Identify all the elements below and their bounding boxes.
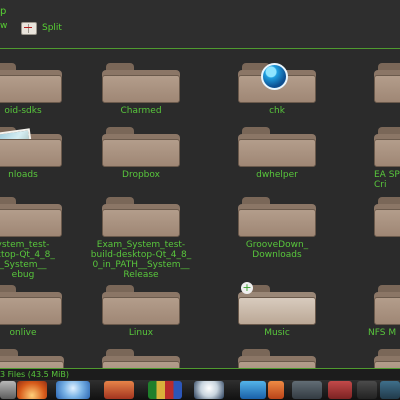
folder-icon: [0, 197, 62, 237]
folder-icon: [0, 63, 62, 103]
folder-globe-icon: [238, 63, 316, 103]
file-item-chk[interactable]: chk: [212, 63, 342, 116]
folder-icon: [102, 127, 180, 167]
folder-icon: [374, 63, 400, 103]
mail-icon[interactable]: [104, 381, 134, 399]
taskbar: [0, 380, 400, 400]
folder-icon: [102, 285, 180, 325]
folder-icon[interactable]: [240, 381, 266, 399]
browser-icon[interactable]: [56, 381, 90, 399]
file-item-ea-sports[interactable]: EA SP Cri: [348, 127, 400, 190]
app-icon[interactable]: [380, 381, 400, 399]
file-item-dwhelper[interactable]: dwhelper: [212, 127, 342, 180]
file-item-groovedown-downloads[interactable]: GrooveDown_ Downloads: [212, 197, 342, 260]
folder-plus-icon: +: [238, 282, 316, 325]
folder-icon: [102, 349, 180, 369]
file-item-exam-system-release[interactable]: Exam_System_test- build-desktop-Qt_4_8_ …: [76, 197, 206, 280]
folder-icon: [102, 197, 180, 237]
file-item-nfs[interactable]: NFS M: [348, 285, 400, 338]
folder-icon: [374, 127, 400, 167]
file-item-music[interactable]: + Music: [212, 282, 342, 338]
folder-icon: [238, 349, 316, 369]
folder-icon: [0, 285, 62, 325]
file-item-partial-row3[interactable]: [348, 197, 400, 240]
app-icon[interactable]: [328, 381, 352, 399]
folder-icon: [374, 285, 400, 325]
media-icon[interactable]: [194, 381, 224, 399]
file-item-onlive[interactable]: onlive: [0, 285, 88, 338]
folder-photo-icon: [0, 127, 62, 167]
folder-icon: [102, 63, 180, 103]
launcher-icon[interactable]: [17, 381, 47, 399]
folder-icon: [0, 349, 64, 369]
window-title: p: [0, 6, 7, 17]
file-browser-view: oid-sdks Charmed chk nloads Dropbox dwhe…: [0, 48, 400, 369]
file-item-downloads[interactable]: nloads: [0, 127, 88, 180]
window-toolbar: p w Split: [0, 0, 400, 49]
view-menu[interactable]: w: [0, 21, 7, 31]
folder-icon: [374, 349, 400, 369]
folder-icon: [374, 197, 400, 237]
split-button[interactable]: Split: [21, 21, 62, 35]
file-item-partial[interactable]: [348, 63, 400, 106]
app-icon[interactable]: [292, 381, 322, 399]
split-icon: [21, 21, 37, 35]
file-item-oid-sdks[interactable]: oid-sdks: [0, 63, 88, 116]
app-icon[interactable]: [357, 381, 377, 399]
app-icon[interactable]: [0, 381, 16, 399]
file-item-exam-system-debug[interactable]: ystem_test- sktop-Qt_4_8_ _System__ ebug: [0, 197, 88, 280]
folder-icon: [238, 197, 316, 237]
file-item-dropbox[interactable]: Dropbox: [76, 127, 206, 180]
app-icon[interactable]: [268, 381, 284, 399]
game-icon[interactable]: [148, 381, 182, 399]
folder-icon: [238, 127, 316, 167]
split-label: Split: [42, 23, 62, 33]
file-item-linux[interactable]: Linux: [76, 285, 206, 338]
file-item-charmed[interactable]: Charmed: [76, 63, 206, 116]
